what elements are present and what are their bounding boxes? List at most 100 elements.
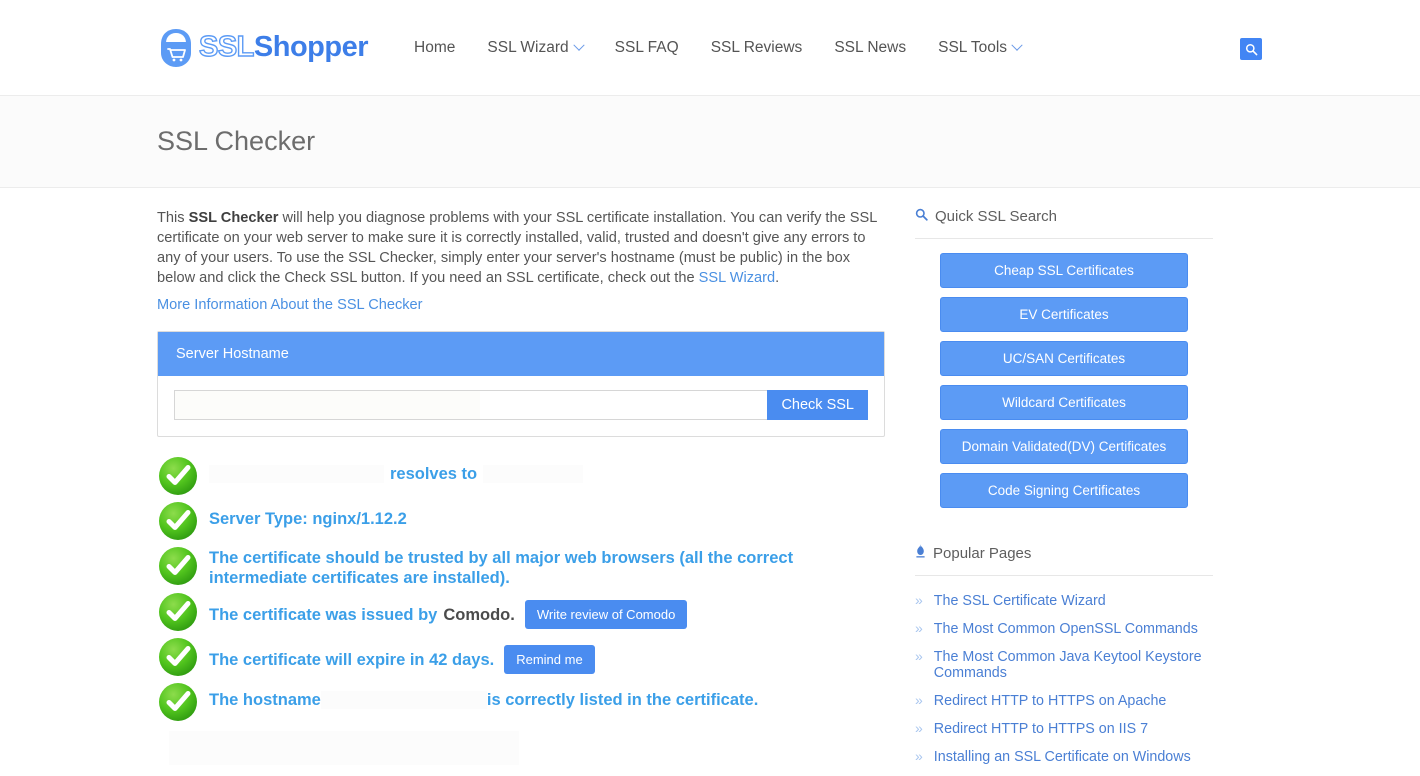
redacted-certificate-details (169, 731, 519, 765)
green-check-icon (157, 681, 199, 723)
quick-ssl-search-buttons: Cheap SSL Certificates EV Certificates U… (915, 239, 1213, 508)
nav-label: SSL FAQ (614, 38, 679, 56)
nav-label: SSL Tools (938, 38, 1008, 56)
result-text-issuer: The certificate was issued by Comodo. Writ… (209, 591, 688, 629)
nav-label: SSL Wizard (487, 38, 569, 56)
popular-pages-list: » The SSL Certificate Wizard » The Most … (915, 576, 1213, 765)
redacted-hostname (209, 465, 384, 483)
chevron-down-icon (1011, 39, 1023, 51)
popular-page-item: » Redirect HTTP to HTTPS on IIS 7 (915, 720, 1213, 737)
result-row-trust-chain: The certificate should be trusted by all… (157, 545, 885, 588)
quick-search-cheap-ssl[interactable]: Cheap SSL Certificates (940, 253, 1188, 288)
nav-item-ssl-faq[interactable]: SSL FAQ (599, 31, 695, 65)
check-ssl-button[interactable]: Check SSL (767, 390, 868, 420)
page-title: SSL Checker (157, 126, 316, 156)
popular-link-install-windows[interactable]: Installing an SSL Certificate on Windows (934, 749, 1191, 765)
redacted-hostname (320, 691, 487, 709)
popular-link-redirect-apache[interactable]: Redirect HTTP to HTTPS on Apache (934, 693, 1167, 709)
intro-text-a: This (157, 210, 189, 226)
quick-search-ev[interactable]: EV Certificates (940, 297, 1188, 332)
popular-pages-header: Popular Pages (915, 544, 1213, 576)
ssl-checker-panel: Server Hostname Check SSL (157, 331, 885, 437)
nav-item-ssl-reviews[interactable]: SSL Reviews (695, 31, 819, 65)
quick-ssl-search-header: Quick SSL Search (915, 208, 1213, 239)
nav-item-ssl-tools[interactable]: SSL Tools (922, 31, 1037, 65)
quick-search-wildcard[interactable]: Wildcard Certificates (940, 385, 1188, 420)
hostname-label-after: is correctly listed in the certificate. (486, 691, 759, 709)
header-search-button[interactable] (1240, 38, 1262, 60)
double-chevron-right-icon: » (915, 748, 923, 764)
result-row-server-type: Server Type: nginx/1.12.2 (157, 500, 885, 542)
double-chevron-right-icon: » (915, 692, 923, 708)
main-column: This SSL Checker will help you diagnose … (157, 208, 885, 776)
quick-search-code-signing[interactable]: Code Signing Certificates (940, 473, 1188, 508)
panel-body: Check SSL (158, 376, 884, 436)
green-check-icon (157, 545, 199, 587)
result-text-server-type: Server Type: nginx/1.12.2 (209, 510, 407, 528)
double-chevron-right-icon: » (915, 648, 923, 664)
issuer-label: The certificate was issued by (209, 605, 438, 624)
result-row-hostname-match: The hostname is correctly listed in the c… (157, 681, 885, 723)
ssl-check-results: resolves to Server Type: nginx/1.12.2 Th… (157, 455, 885, 765)
popular-link-java-keytool-commands[interactable]: The Most Common Java Keytool Keystore Co… (934, 649, 1213, 681)
logo-text-shopper: Shopper (253, 31, 369, 63)
popular-page-item: » Redirect HTTP to HTTPS on Apache (915, 692, 1213, 709)
nav-label: SSL Reviews (710, 38, 803, 56)
search-icon (1245, 43, 1257, 55)
server-hostname-input[interactable] (174, 390, 768, 420)
quick-search-uc-san[interactable]: UC/SAN Certificates (940, 341, 1188, 376)
popular-link-redirect-iis7[interactable]: Redirect HTTP to HTTPS on IIS 7 (934, 721, 1148, 737)
page-title-band: SSL Checker (0, 96, 1420, 188)
write-review-button[interactable]: Write review of Comodo (524, 600, 688, 629)
expiry-label: The certificate will expire in 42 days. (209, 650, 495, 669)
intro-bold-ssl-checker: SSL Checker (188, 210, 279, 226)
popular-page-item: » Installing an SSL Certificate on Windo… (915, 748, 1213, 765)
result-row-expiry: The certificate will expire in 42 days. R… (157, 636, 885, 678)
popular-page-item: » The Most Common Java Keytool Keystore … (915, 648, 1213, 681)
green-check-icon (157, 591, 199, 633)
quick-search-dv[interactable]: Domain Validated(DV) Certificates (940, 429, 1188, 464)
result-row-dns-resolves: resolves to (157, 455, 885, 497)
nav-label: Home (414, 38, 456, 56)
quick-ssl-search-title: Quick SSL Search (935, 208, 1057, 225)
result-text-expiry: The certificate will expire in 42 days. R… (209, 636, 595, 674)
site-logo-text: SSLShopper (198, 31, 369, 63)
intro-paragraph: This SSL Checker will help you diagnose … (157, 208, 885, 288)
remind-me-button[interactable]: Remind me (504, 645, 595, 674)
content-area: This SSL Checker will help you diagnose … (0, 188, 1420, 776)
popular-pages-title: Popular Pages (933, 544, 1032, 562)
issuer-name: Comodo. (443, 605, 515, 624)
popular-page-item: » The Most Common OpenSSL Commands (915, 620, 1213, 637)
logo-text-ssl: SSL (198, 31, 255, 63)
site-logo[interactable]: SSLShopper (157, 27, 369, 69)
nav-item-ssl-news[interactable]: SSL News (818, 31, 922, 65)
redacted-ip-address (483, 465, 584, 483)
panel-title: Server Hostname (158, 332, 884, 376)
popular-link-openssl-commands[interactable]: The Most Common OpenSSL Commands (934, 621, 1198, 637)
hostname-label-before: The hostname (209, 691, 321, 709)
sidebar: Quick SSL Search Cheap SSL Certificates … (915, 208, 1213, 776)
nav-item-ssl-wizard[interactable]: SSL Wizard (471, 31, 598, 65)
popular-page-item: » The SSL Certificate Wizard (915, 592, 1213, 609)
ssl-shopper-cart-logo-icon (157, 27, 195, 69)
green-check-icon (157, 636, 199, 678)
green-check-icon (157, 455, 199, 497)
result-row-issuer: The certificate was issued by Comodo. Writ… (157, 591, 885, 633)
main-navigation: Home SSL Wizard SSL FAQ SSL Reviews SSL … (398, 31, 1037, 65)
result-text-hostname-match: The hostname is correctly listed in the c… (209, 681, 758, 710)
nav-item-home[interactable]: Home (398, 31, 471, 65)
flame-icon (915, 544, 926, 562)
green-check-icon (157, 500, 199, 542)
more-information-link[interactable]: More Information About the SSL Checker (157, 297, 423, 313)
site-header: SSLShopper Home SSL Wizard SSL FAQ SSL R… (0, 0, 1420, 96)
result-text-trust-chain: The certificate should be trusted by all… (209, 549, 794, 587)
hostname-input-row: Check SSL (174, 390, 868, 420)
ssl-wizard-link[interactable]: SSL Wizard (699, 270, 776, 286)
popular-link-ssl-certificate-wizard[interactable]: The SSL Certificate Wizard (934, 593, 1106, 609)
double-chevron-right-icon: » (915, 592, 923, 608)
double-chevron-right-icon: » (915, 620, 923, 636)
result-label: resolves to (390, 465, 478, 483)
nav-label: SSL News (834, 38, 907, 56)
search-icon (915, 208, 928, 225)
intro-text-c: . (775, 270, 780, 286)
